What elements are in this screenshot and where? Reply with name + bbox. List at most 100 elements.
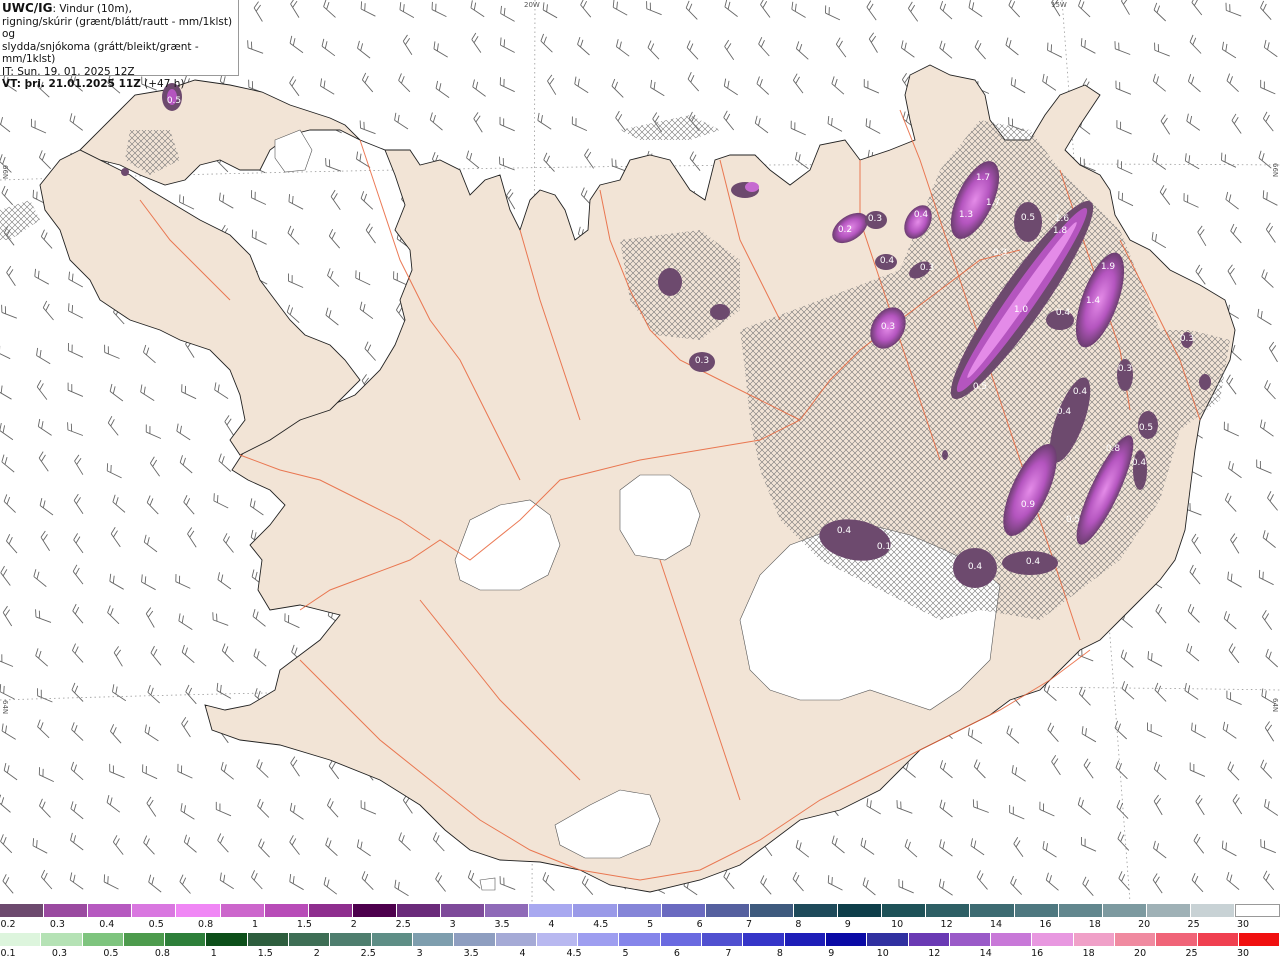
snow-label: 9	[844, 919, 851, 930]
precip-value-label: 0.3	[993, 248, 1007, 258]
rain-label: 0.8	[154, 948, 170, 959]
snow-label: 6	[696, 919, 703, 930]
rain-swatch	[1032, 933, 1074, 946]
lat-label-64n-left: 64N	[1, 700, 9, 715]
precip-value-label: 0.3	[695, 356, 709, 366]
precip-value-label: 0.4	[1056, 308, 1071, 318]
precip-value-label: 0.3	[868, 214, 882, 224]
precip-value-label: 0.5	[973, 382, 987, 392]
valid-time-line: VT: þri. 21.01.2025 11Z (+47 h)	[2, 78, 238, 91]
rain-swatch	[1156, 933, 1198, 946]
lat-label-66n-left: 66N	[1, 165, 9, 180]
initial-time: IT: Sun. 19. 01. 2025 12Z	[2, 65, 135, 78]
rain-swatch	[454, 933, 496, 946]
rain-swatch	[1197, 933, 1239, 946]
valid-time: VT: þri. 21.01.2025 11Z	[2, 78, 141, 90]
rain-label: 5	[622, 948, 629, 959]
snow-swatch	[1190, 904, 1236, 917]
rain-swatch	[412, 933, 455, 946]
rain-swatch	[949, 933, 992, 946]
snow-swatch	[882, 904, 927, 917]
model-title: UWC/IG	[2, 1, 53, 15]
rain-swatch	[206, 933, 248, 946]
snow-swatch	[970, 904, 1015, 917]
snow-swatch	[617, 904, 662, 917]
precip-value-label: 0.4	[1073, 387, 1088, 397]
precip-value-label: 0.5	[1139, 423, 1153, 433]
snow-swatch	[573, 904, 618, 917]
precip-value-label: 0.5	[167, 96, 181, 106]
rain-swatch	[165, 933, 207, 946]
precip-value-label: 0.3	[881, 322, 895, 332]
snow-label: 1.5	[296, 919, 312, 930]
rain-swatch	[825, 933, 868, 946]
rain-swatch	[784, 933, 826, 946]
snow-swatch	[1014, 904, 1059, 917]
rain-label: 1.5	[257, 948, 273, 959]
snow-label: 5	[647, 919, 654, 930]
snow-label: 0.2	[0, 919, 16, 930]
precip-value-label: 1.7	[976, 173, 990, 183]
rain-swatch	[1073, 933, 1116, 946]
rain-label: 2.5	[360, 948, 376, 959]
snow-label: 2	[350, 919, 357, 930]
precip-value-label: 1.7	[986, 198, 1000, 208]
precip-value-label: 0.9	[1021, 500, 1036, 510]
rain-label: 4.5	[566, 948, 582, 959]
rain-label: 0.5	[103, 948, 119, 959]
rain-swatch	[743, 933, 785, 946]
rain-swatch	[1115, 933, 1157, 946]
rain-label: 4	[519, 948, 526, 959]
rain-swatch	[536, 933, 579, 946]
snow-label: 2.5	[395, 919, 411, 930]
precip-value-label: 0.4	[1132, 458, 1147, 468]
snow-swatch	[926, 904, 971, 917]
snow-label: 12	[940, 919, 953, 930]
precip-value-label: 0.8	[1106, 444, 1121, 454]
snow-swatch	[44, 904, 89, 917]
precip-value-label: 1.3	[959, 210, 973, 220]
rain-label: 3.5	[463, 948, 479, 959]
snow-swatch	[838, 904, 883, 917]
snow-swatch	[308, 904, 353, 917]
rain-label: 0.3	[51, 948, 68, 959]
snow-label: 1	[251, 919, 259, 930]
snow-label: 4.5	[593, 919, 609, 930]
precip-value-label: 1.6	[1055, 214, 1070, 224]
snow-swatch	[132, 904, 177, 917]
rain-label: 16	[1031, 948, 1044, 959]
snow-swatch	[1102, 904, 1147, 917]
precip-value-label: 0.4	[1026, 557, 1041, 567]
rain-scale-labels: 0.1 0.3 0.5 0.8 1 1.5 2 2.5 3 3.5 4 4.5 5 6 7 8 9 10 12 14 1…	[0, 948, 1280, 960]
snow-label: 16	[1039, 919, 1052, 930]
rain-label: 25	[1185, 948, 1198, 959]
lon-label-15w: 15W	[1051, 1, 1067, 9]
snow-swatch	[1146, 904, 1191, 917]
info-line-1: UWC/IG: Vindur (10m),	[2, 2, 238, 16]
snow-swatch	[485, 904, 530, 917]
rain-swatch	[123, 933, 166, 946]
snow-label: 18	[1088, 919, 1101, 930]
precip-value-label: 0.4	[1057, 407, 1072, 417]
precip-value-label: 0.3	[1118, 364, 1132, 374]
snow-label: 10	[891, 919, 904, 930]
precip-value-label: 0.5	[1066, 515, 1080, 525]
snow-swatch	[1058, 904, 1103, 917]
snow-label: 0.5	[148, 919, 164, 930]
snow-swatch	[352, 904, 397, 917]
rain-swatch	[82, 933, 124, 946]
precip-value-label: 0.1	[877, 542, 891, 552]
rain-swatch	[41, 933, 83, 946]
info-variable: : Vindur (10m),	[52, 3, 132, 15]
snow-scale-labels: 0.2 0.3 0.4 0.5 0.8 1 1.5 2 2.5 3 3.5 4 4.5 5 6 7 8 9 10 12…	[0, 919, 1280, 931]
precip-value-label: 0.4	[914, 210, 929, 220]
rain-swatch	[289, 933, 331, 946]
precip-value-label: 0.4	[837, 526, 852, 536]
rain-label: 0.1	[0, 948, 16, 959]
rain-swatch	[660, 933, 703, 946]
precip-value-label: 0.4	[880, 256, 895, 266]
snow-label: 8	[795, 919, 802, 930]
rain-label: 6	[673, 948, 680, 959]
precip-legend: 0.2 0.3 0.4 0.5 0.8 1 1.5 2 2.5 3 3.5 4 4.5 5 6 7 8 9 10 12…	[0, 903, 1280, 960]
precip-value-label: 0.4	[968, 562, 983, 572]
